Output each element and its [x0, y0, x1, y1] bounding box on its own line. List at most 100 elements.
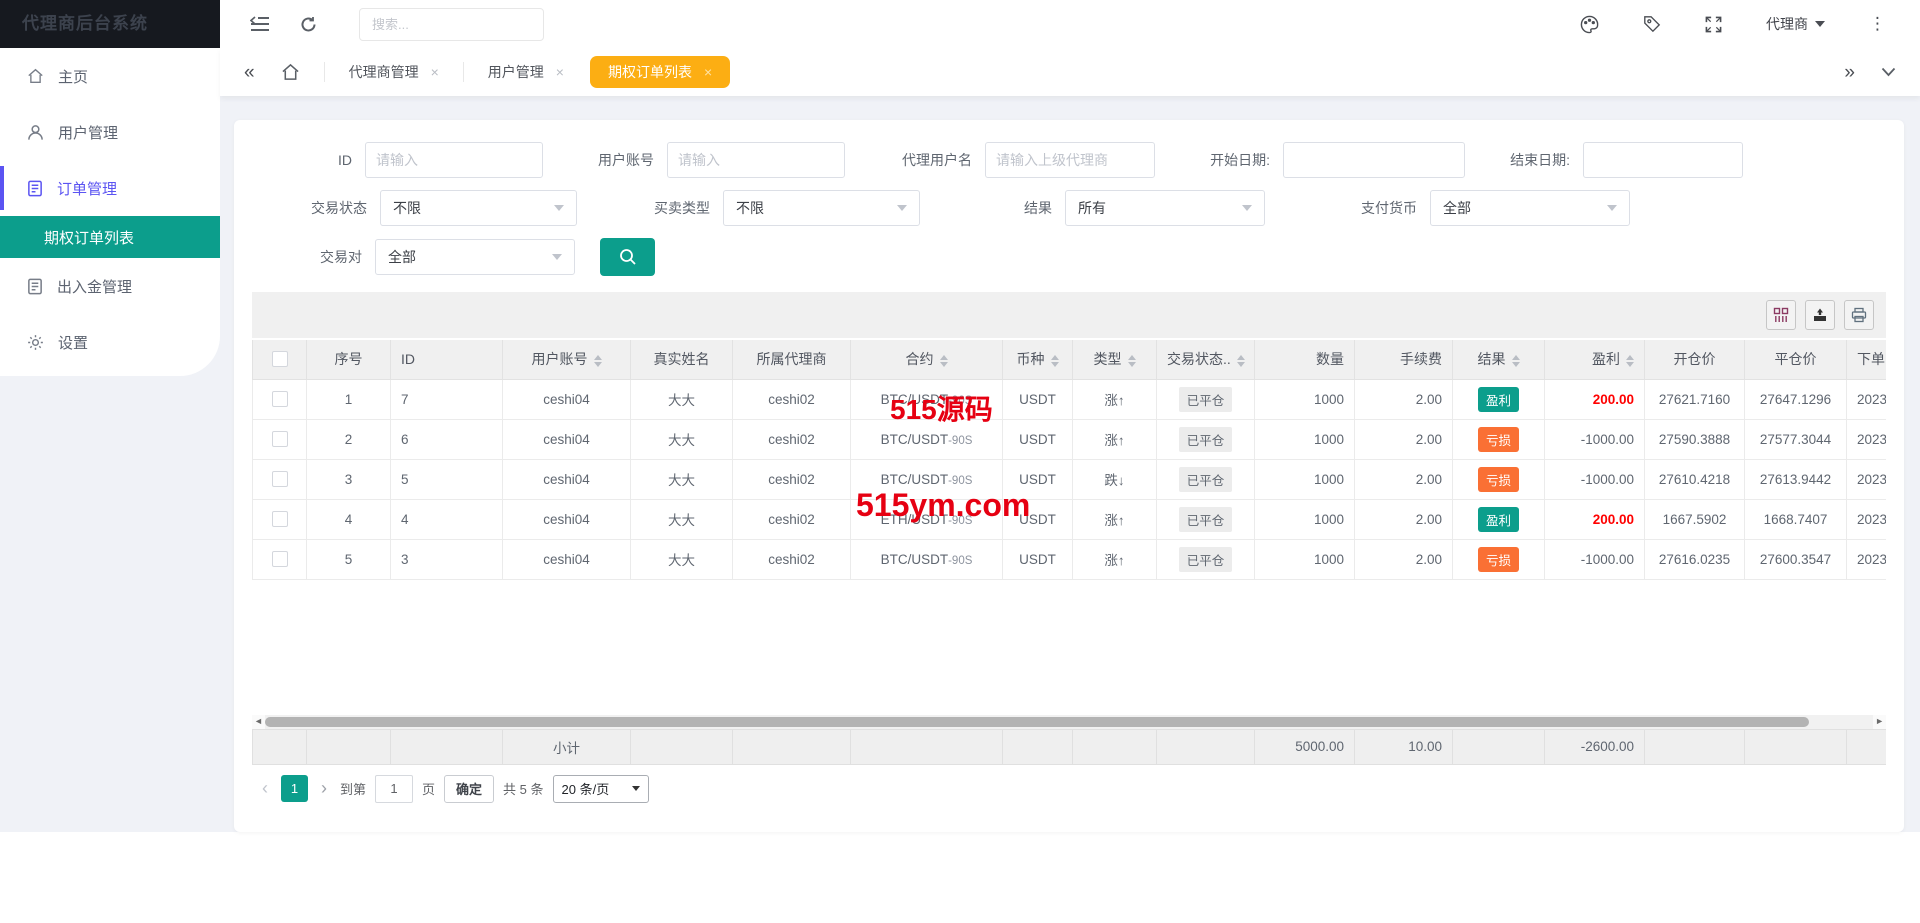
subtotal-cell-close_price [1745, 729, 1847, 764]
orders-table: 序号ID用户账号真实姓名所属代理商合约币种类型交易状态..数量手续费结果盈利开仓… [252, 338, 1886, 580]
subtotal-cell-seq [307, 729, 391, 764]
user-dropdown[interactable]: 代理商 [1766, 14, 1825, 34]
tab-close-icon[interactable]: × [704, 64, 712, 80]
sidebar-subitem-option-order-list[interactable]: 期权订单列表 [0, 216, 220, 258]
sort-icon[interactable] [1512, 355, 1520, 367]
horizontal-scrollbar[interactable]: ◄ ► [252, 715, 1886, 729]
sort-icon[interactable] [1237, 355, 1245, 367]
row-checkbox[interactable] [272, 551, 288, 567]
menu-fold-icon[interactable] [250, 16, 270, 32]
filter-id-input[interactable] [365, 142, 543, 178]
select-all-checkbox[interactable] [272, 351, 288, 367]
filter-label-trade-pair: 交易对 [252, 247, 375, 267]
cell-order_time: 2023 [1847, 539, 1887, 579]
tabs-menu-chevron-icon[interactable] [1881, 67, 1896, 77]
sort-icon[interactable] [1128, 355, 1136, 367]
col-header-result[interactable]: 结果 [1453, 339, 1545, 379]
sidebar-item-order-management[interactable]: 订单管理 [0, 160, 220, 216]
goto-page-input[interactable] [375, 775, 413, 803]
column-settings-button[interactable] [1766, 300, 1796, 330]
filter-label-id: ID [252, 152, 365, 168]
cell-close_price: 27613.9442 [1745, 459, 1847, 499]
col-header-type[interactable]: 类型 [1073, 339, 1157, 379]
sort-icon[interactable] [940, 355, 948, 367]
tab-agent-management[interactable]: 代理商管理 × [331, 56, 457, 88]
page-size-select[interactable]: 20 条/页 [553, 775, 649, 803]
table-scroll-area: 序号ID用户账号真实姓名所属代理商合约币种类型交易状态..数量手续费结果盈利开仓… [252, 338, 1886, 580]
col-header-profit[interactable]: 盈利 [1545, 339, 1645, 379]
more-menu-icon[interactable]: ⋮ [1869, 14, 1886, 34]
cell-result: 盈利 [1453, 379, 1545, 419]
sidebar-item-label: 设置 [58, 332, 88, 353]
refresh-icon[interactable] [300, 16, 317, 33]
col-header-label: 结果 [1478, 351, 1506, 367]
row-checkbox[interactable] [272, 391, 288, 407]
table-row: 53ceshi04大大ceshi02BTC/USDT-90SUSDT涨↑已平仓1… [253, 539, 1887, 579]
cell-type: 跌↓ [1073, 459, 1157, 499]
sidebar-item-funds-management[interactable]: 出入金管理 [0, 258, 220, 314]
filter-trade-status-select[interactable]: 不限 [380, 190, 577, 226]
filter-buy-sell-type-select[interactable]: 不限 [723, 190, 920, 226]
tab-separator [324, 62, 325, 82]
export-button[interactable] [1805, 300, 1835, 330]
tabbar: « 代理商管理 × 用户管理 × 期权订单列表 × » [220, 48, 1920, 96]
col-header-contract[interactable]: 合约 [851, 339, 1003, 379]
tab-close-icon[interactable]: × [431, 64, 439, 80]
row-checkbox[interactable] [272, 471, 288, 487]
sort-icon[interactable] [1626, 355, 1634, 367]
home-tab-icon[interactable] [281, 63, 300, 81]
prev-page-icon[interactable]: ‹ [258, 778, 272, 799]
search-button[interactable] [600, 238, 655, 276]
theme-palette-icon[interactable] [1580, 15, 1599, 34]
cell-account: ceshi04 [503, 499, 631, 539]
scroll-right-icon[interactable]: ► [1873, 717, 1886, 726]
filter-account-input[interactable] [667, 142, 845, 178]
cell-result: 亏损 [1453, 419, 1545, 459]
cell-account: ceshi04 [503, 379, 631, 419]
scrollbar-thumb[interactable] [265, 717, 1809, 727]
col-header-account[interactable]: 用户账号 [503, 339, 631, 379]
cell-status: 已平仓 [1157, 419, 1255, 459]
tab-separator [463, 62, 464, 82]
sidebar-item-home[interactable]: 主页 [0, 48, 220, 104]
tab-user-management[interactable]: 用户管理 × [470, 56, 582, 88]
col-header-currency[interactable]: 币种 [1003, 339, 1073, 379]
tabs-collapse-icon[interactable]: « [244, 63, 255, 82]
print-button[interactable] [1844, 300, 1874, 330]
cell-fee: 2.00 [1355, 379, 1453, 419]
filter-pay-currency-select[interactable]: 全部 [1430, 190, 1630, 226]
fullscreen-icon[interactable] [1705, 16, 1722, 33]
cell-account: ceshi04 [503, 459, 631, 499]
scroll-left-icon[interactable]: ◄ [252, 717, 265, 726]
sort-icon[interactable] [594, 355, 602, 367]
sidebar-item-settings[interactable]: 设置 [0, 314, 220, 370]
next-page-icon[interactable]: › [317, 778, 331, 799]
cell-seq: 5 [307, 539, 391, 579]
col-header-label: 所属代理商 [757, 351, 827, 367]
row-checkbox[interactable] [272, 511, 288, 527]
subtotal-row: 小计5000.0010.00-2600.00 [253, 729, 1887, 764]
tag-icon[interactable] [1643, 15, 1661, 33]
table-section: 序号ID用户账号真实姓名所属代理商合约币种类型交易状态..数量手续费结果盈利开仓… [252, 292, 1886, 813]
col-header-status[interactable]: 交易状态.. [1157, 339, 1255, 379]
tab-option-order-list[interactable]: 期权订单列表 × [590, 56, 730, 88]
filter-agent-username-input[interactable] [985, 142, 1155, 178]
filter-trade-pair-select[interactable]: 全部 [375, 239, 575, 275]
row-checkbox[interactable] [272, 431, 288, 447]
tabs-expand-icon[interactable]: » [1844, 63, 1855, 82]
goto-confirm-button[interactable]: 确定 [444, 775, 494, 803]
cell-fee: 2.00 [1355, 539, 1453, 579]
filter-start-date-input[interactable] [1283, 142, 1465, 178]
tab-label: 用户管理 [488, 62, 544, 82]
filter-end-date-input[interactable] [1583, 142, 1743, 178]
filter-label-buy-sell-type: 买卖类型 [577, 198, 723, 218]
sidebar-item-user-management[interactable]: 用户管理 [0, 104, 220, 160]
filter-result-select[interactable]: 所有 [1065, 190, 1265, 226]
col-header-realname: 真实姓名 [631, 339, 733, 379]
goto-suffix-label: 页 [422, 779, 435, 798]
sort-icon[interactable] [1051, 355, 1059, 367]
scrollbar-track[interactable] [265, 715, 1873, 729]
current-page-button[interactable]: 1 [281, 775, 308, 802]
search-input[interactable] [359, 8, 544, 41]
tab-close-icon[interactable]: × [556, 64, 564, 80]
